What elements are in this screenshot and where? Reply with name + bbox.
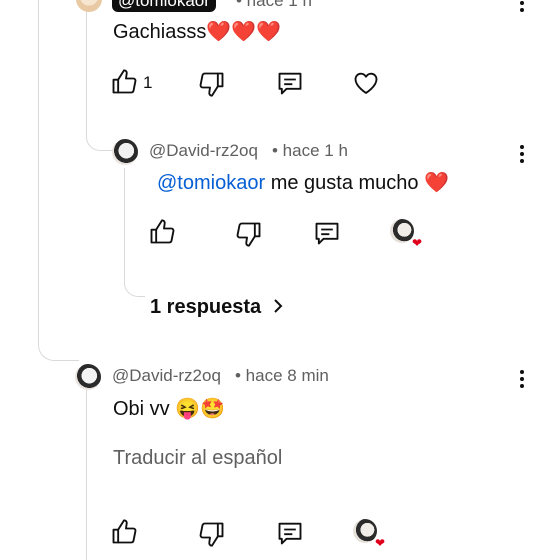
thumbs-up-icon[interactable] <box>148 218 176 246</box>
reply-text: me gusta mucho ❤️ <box>270 172 449 194</box>
comment-icon[interactable] <box>276 69 304 97</box>
avatar[interactable] <box>75 364 101 390</box>
more-vert-icon[interactable] <box>519 0 525 16</box>
creator-heart-badge: ❤ <box>390 219 422 249</box>
comment-time: • hace 1 h <box>236 0 312 10</box>
translate-button[interactable]: Traducir al español <box>113 447 282 470</box>
comment-text: Obi vv 😝🤩 <box>113 398 226 420</box>
thumbs-down-icon[interactable] <box>235 220 263 248</box>
thumbs-down-icon[interactable] <box>198 520 226 548</box>
heart-icon: ❤ <box>411 236 422 250</box>
view-replies-button[interactable]: 1 respuesta <box>150 296 283 319</box>
thumbs-up-icon[interactable] <box>110 68 138 96</box>
chevron-right-icon <box>273 296 283 319</box>
thread-line-main <box>38 0 79 361</box>
replies-count-label: 1 respuesta <box>150 296 262 318</box>
heart-icon[interactable] <box>352 69 380 97</box>
reply-text-line: @tomiokaor me gusta mucho ❤️ <box>157 170 449 195</box>
reply-time: • hace 1 h <box>272 141 348 160</box>
creator-heart-badge: ❤ <box>353 519 385 549</box>
mention-link[interactable]: @tomiokaor <box>157 172 265 194</box>
author-tag[interactable]: @tomiokaor <box>112 0 216 12</box>
like-count: 1 <box>143 73 153 92</box>
comment-icon[interactable] <box>276 519 304 547</box>
creator-avatar <box>390 219 414 243</box>
comment-text: Gachiasss❤️❤️❤️ <box>113 21 282 43</box>
more-vert-icon[interactable] <box>519 370 525 392</box>
creator-avatar <box>353 519 377 543</box>
thread-line-more-replies <box>124 168 145 297</box>
comment-icon[interactable] <box>313 219 341 247</box>
reply-author[interactable]: @David-rz2oq <box>149 141 258 161</box>
thumbs-down-icon[interactable] <box>198 70 226 98</box>
thread-line-comment-2 <box>86 386 88 560</box>
more-vert-icon[interactable] <box>519 145 525 167</box>
comment-author[interactable]: @David-rz2oq <box>112 366 221 386</box>
thumbs-up-icon[interactable] <box>110 518 138 546</box>
avatar[interactable] <box>112 139 138 165</box>
comment-time: • hace 8 min <box>235 366 329 385</box>
heart-icon: ❤ <box>374 536 385 550</box>
